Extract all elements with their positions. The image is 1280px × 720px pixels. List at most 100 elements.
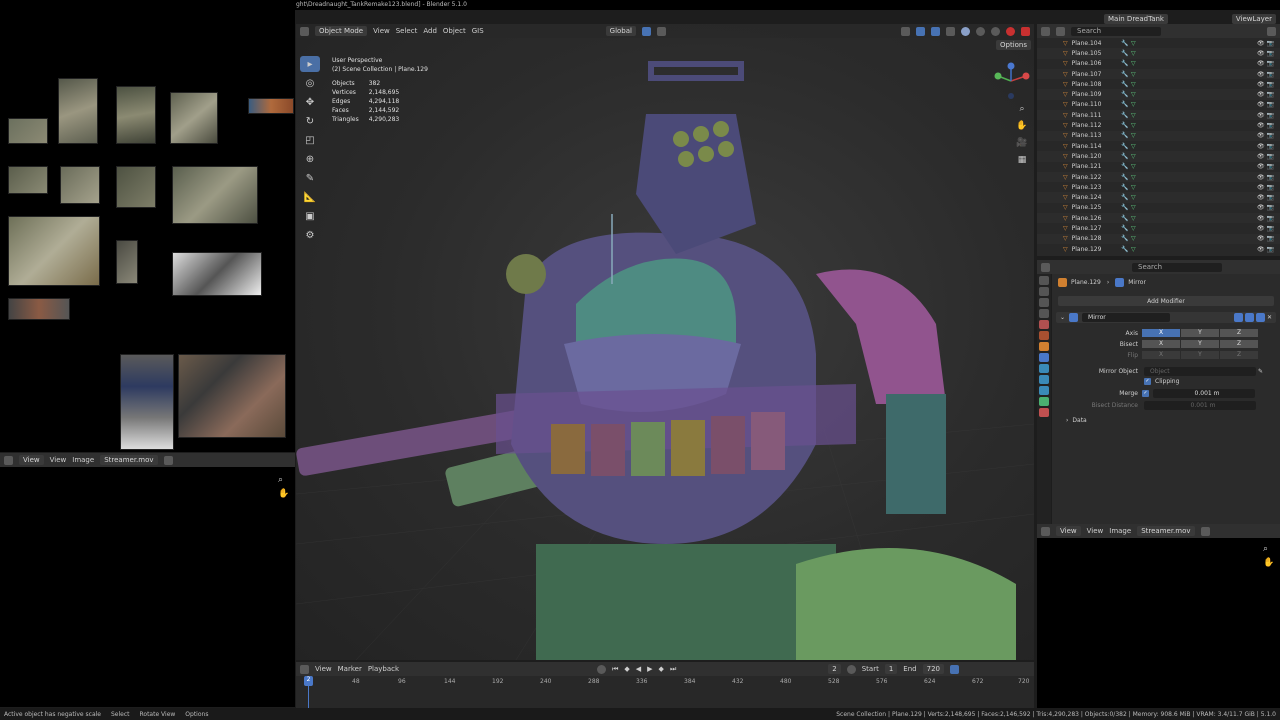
merge-distance-field[interactable]: 0.001 m bbox=[1153, 389, 1255, 398]
image-selector[interactable]: Streamer.mov bbox=[1137, 526, 1195, 536]
cursor-tool[interactable]: ◎ bbox=[300, 75, 320, 91]
proportional-edit-icon[interactable] bbox=[657, 26, 666, 36]
camera-icon[interactable]: 🎥 bbox=[1016, 138, 1028, 150]
editor-type-icon[interactable] bbox=[1041, 526, 1050, 536]
pin-icon[interactable] bbox=[1200, 526, 1210, 536]
outliner-item[interactable]: ▽ Plane.107 🔧 ▽ 👁 📷 bbox=[1037, 68, 1280, 80]
image-selector[interactable]: Streamer.mov bbox=[100, 455, 158, 465]
menu-view-2[interactable]: View bbox=[50, 456, 67, 464]
modifier-name-field[interactable]: Mirror bbox=[1082, 313, 1171, 322]
visibility-icon[interactable] bbox=[901, 26, 910, 36]
zoom-icon[interactable]: ⌕ bbox=[1263, 544, 1268, 554]
outliner-item[interactable]: ▽ Plane.109 🔧 ▽ 👁 📷 bbox=[1037, 89, 1280, 100]
editor-type-icon[interactable] bbox=[300, 664, 309, 674]
select-box-tool[interactable]: ▸ bbox=[300, 56, 320, 72]
current-frame-field[interactable]: 2 bbox=[828, 664, 841, 674]
jump-start-icon[interactable]: ⏮ bbox=[612, 665, 618, 674]
shading-material-icon[interactable] bbox=[976, 26, 985, 36]
play-icon[interactable]: ▶ bbox=[647, 665, 652, 673]
eyedropper-icon[interactable]: ✎ bbox=[1258, 368, 1263, 375]
outliner-item[interactable]: ▽ Plane.121 🔧 ▽ 👁 📷 bbox=[1037, 162, 1280, 172]
outliner-item[interactable]: ▽ Plane.104 🔧 ▽ 👁 📷 bbox=[1037, 38, 1280, 48]
viewport-toggle-icon[interactable] bbox=[1244, 313, 1254, 322]
add-cube-tool[interactable]: ▣ bbox=[300, 208, 320, 224]
modifier-tab-icon[interactable] bbox=[1039, 353, 1049, 362]
extra-tool[interactable]: ⚙ bbox=[300, 227, 320, 243]
bisect-y-toggle[interactable]: Y bbox=[1181, 340, 1219, 348]
view-layer-selector[interactable]: ViewLayer bbox=[1231, 14, 1276, 24]
playhead[interactable]: 2 bbox=[304, 676, 313, 686]
clipping-checkbox[interactable]: ✓ bbox=[1144, 378, 1151, 385]
outliner-item[interactable]: ▽ Plane.123 🔧 ▽ 👁 📷 bbox=[1037, 182, 1280, 192]
bisect-x-toggle[interactable]: X bbox=[1142, 340, 1180, 348]
close-icon[interactable]: ✕ bbox=[1267, 314, 1272, 321]
flip-y-toggle[interactable]: Y bbox=[1181, 351, 1219, 359]
perspective-grid-icon[interactable]: ▦ bbox=[1016, 155, 1028, 167]
editor-type-icon[interactable] bbox=[300, 26, 309, 36]
outliner-item[interactable]: ▽ Plane.125 🔧 ▽ 👁 📷 bbox=[1037, 203, 1280, 213]
snap-icon[interactable] bbox=[642, 26, 651, 36]
collapse-chevron-icon[interactable]: ⌄ bbox=[1060, 314, 1065, 321]
pin-icon[interactable] bbox=[163, 455, 173, 465]
render-tab-icon[interactable] bbox=[1039, 287, 1049, 296]
record-icon[interactable] bbox=[1006, 26, 1015, 36]
hand-icon[interactable]: ✋ bbox=[278, 489, 289, 499]
outliner-item[interactable]: ▽ Plane.129 🔧 ▽ 👁 📷 bbox=[1037, 244, 1280, 254]
mirror-object-field[interactable]: Object bbox=[1144, 367, 1256, 376]
expand-chevron-icon[interactable]: › bbox=[1066, 417, 1068, 424]
outliner-item[interactable]: ▽ Plane.124 🔧 ▽ 👁 📷 bbox=[1037, 192, 1280, 203]
outliner-item[interactable]: ▽ Plane.128 🔧 ▽ 👁 📷 bbox=[1037, 233, 1280, 244]
menu-playback[interactable]: Playback bbox=[368, 665, 399, 673]
editmode-toggle-icon[interactable] bbox=[1233, 313, 1243, 322]
measure-tool[interactable]: 📐 bbox=[300, 189, 320, 205]
editor-type-icon[interactable] bbox=[1041, 26, 1050, 36]
clock-icon[interactable] bbox=[846, 664, 856, 674]
particles-tab-icon[interactable] bbox=[1039, 364, 1049, 373]
bisect-z-toggle[interactable]: Z bbox=[1220, 340, 1258, 348]
end-frame-field[interactable]: 720 bbox=[922, 664, 944, 674]
merge-checkbox[interactable]: ✓ bbox=[1142, 390, 1149, 397]
menu-marker[interactable]: Marker bbox=[338, 665, 362, 673]
display-mode-icon[interactable] bbox=[1056, 26, 1065, 36]
gizmo-icon[interactable] bbox=[916, 26, 925, 36]
axis-y-toggle[interactable]: Y bbox=[1181, 329, 1219, 337]
outliner-item[interactable]: ▽ Plane.113 🔧 ▽ 👁 📷 bbox=[1037, 130, 1280, 141]
record-keyframe-icon[interactable] bbox=[597, 664, 607, 674]
bisect-distance-field[interactable]: 0.001 m bbox=[1144, 401, 1256, 410]
data-subpanel[interactable]: › Data bbox=[1066, 417, 1087, 424]
outliner-item[interactable]: ▽ Plane.122 🔧 ▽ 👁 📷 bbox=[1037, 171, 1280, 183]
navigation-gizmo[interactable] bbox=[992, 62, 1030, 100]
outliner-item[interactable]: ▽ Plane.108 🔧 ▽ 👁 📷 bbox=[1037, 79, 1280, 89]
outliner-tree[interactable]: ▽ Plane.104 🔧 ▽ 👁 📷 ▽ Plane.105 🔧 ▽ 👁 📷 ▽ Plane.1… bbox=[1037, 38, 1280, 256]
editor-type-icon[interactable] bbox=[1041, 262, 1050, 272]
left-image-editor-canvas[interactable]: ⌕ ✋ bbox=[0, 467, 295, 707]
scene-selector[interactable]: Main DreadTank bbox=[1104, 14, 1168, 24]
constraints-tab-icon[interactable] bbox=[1039, 386, 1049, 395]
outliner-search-input[interactable]: Search bbox=[1071, 26, 1161, 36]
zoom-icon[interactable]: ⌕ bbox=[1016, 104, 1028, 116]
outliner-item[interactable]: ▽ Plane.110 🔧 ▽ 👁 📷 bbox=[1037, 100, 1280, 110]
zoom-icon[interactable]: ⌕ bbox=[278, 475, 283, 485]
flip-z-toggle[interactable]: Z bbox=[1220, 351, 1258, 359]
outliner-item[interactable]: ▽ Plane.114 🔧 ▽ 👁 📷 bbox=[1037, 141, 1280, 151]
modifier-panel-header[interactable]: ⌄ Mirror ✕ bbox=[1056, 312, 1276, 323]
prev-keyframe-icon[interactable]: ◆ bbox=[624, 665, 629, 673]
view-layer-tab-icon[interactable] bbox=[1039, 309, 1049, 318]
menu-view[interactable]: View bbox=[1056, 526, 1081, 536]
hand-icon[interactable]: ✋ bbox=[1263, 558, 1274, 568]
menu-gis[interactable]: GIS bbox=[472, 27, 484, 35]
scale-tool[interactable]: ◰ bbox=[300, 132, 320, 148]
physics-tab-icon[interactable] bbox=[1039, 375, 1049, 384]
flip-x-toggle[interactable]: X bbox=[1142, 351, 1180, 359]
view-options-icon[interactable] bbox=[949, 664, 959, 674]
filter-icon[interactable] bbox=[1267, 26, 1276, 36]
menu-image[interactable]: Image bbox=[72, 456, 94, 464]
menu-select[interactable]: Select bbox=[396, 27, 418, 35]
right-image-editor-canvas[interactable]: ⌕ ✋ bbox=[1037, 538, 1280, 708]
scene-tab-icon[interactable] bbox=[1039, 320, 1049, 329]
outliner-item[interactable]: ▽ Plane.112 🔧 ▽ 👁 📷 bbox=[1037, 120, 1280, 130]
transform-orientation-dropdown[interactable]: Global bbox=[605, 26, 636, 36]
timeline-track[interactable]: 48 96 144 192 240 288 336 384 432 480 52… bbox=[296, 676, 1034, 708]
menu-add[interactable]: Add bbox=[423, 27, 437, 35]
menu-view[interactable]: View bbox=[373, 27, 390, 35]
